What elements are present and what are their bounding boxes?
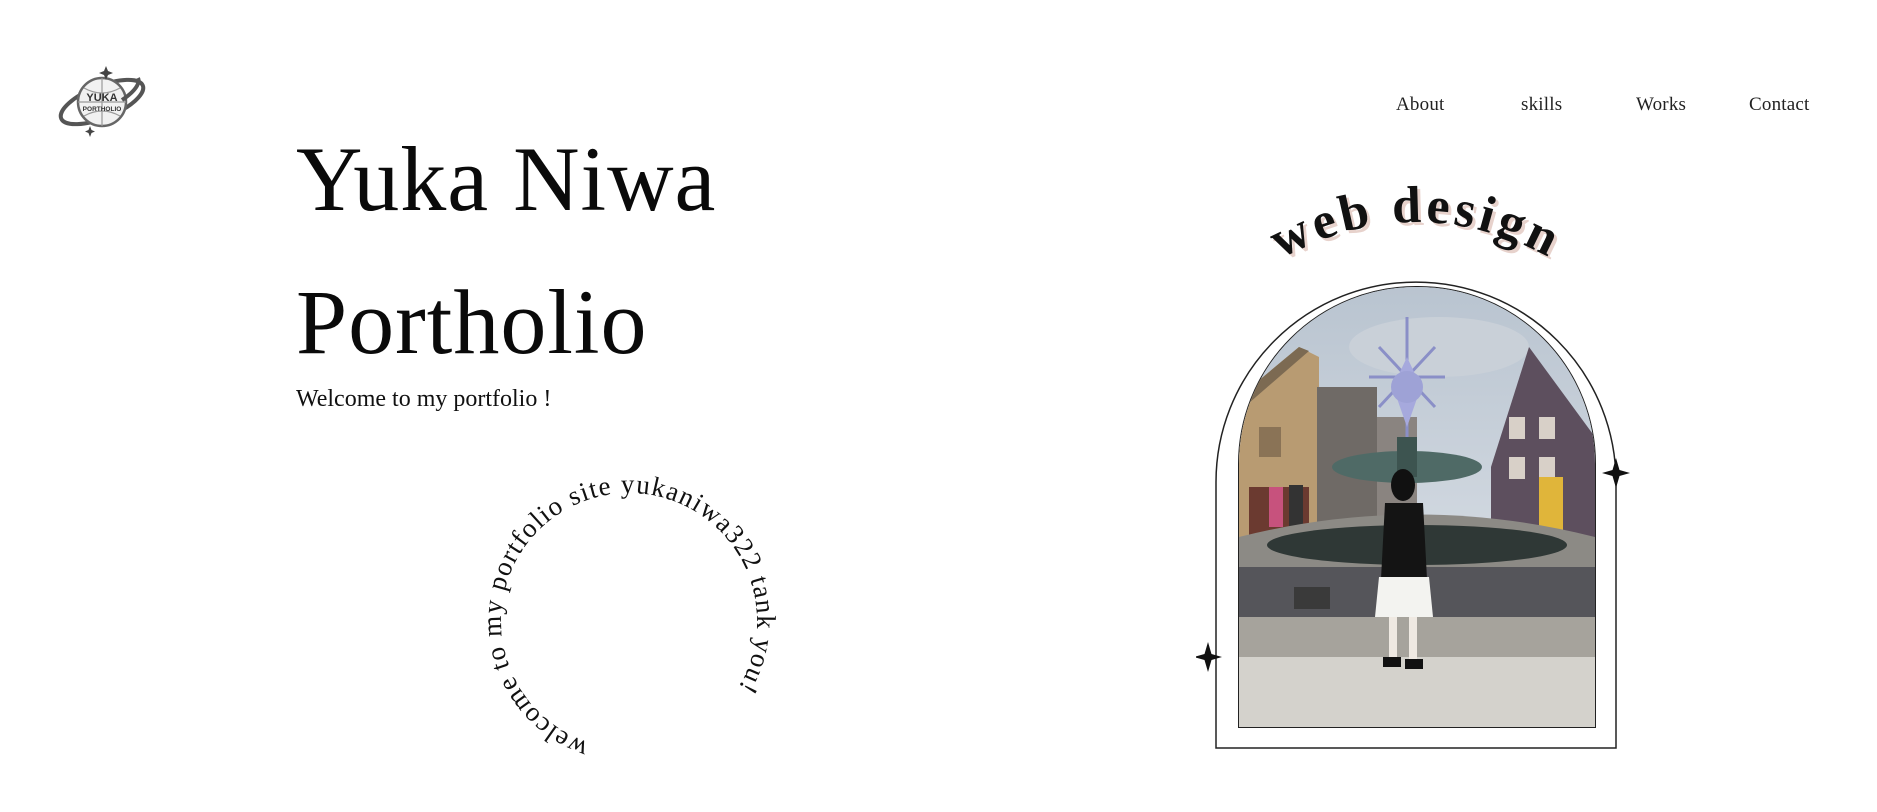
hero-title: Yuka Niwa Portholio [296,108,716,394]
circular-text: welcome to my portfolio site yukaniwa322… [437,429,820,812]
fountain-photo-illustration [1239,287,1595,727]
nav-contact-link[interactable]: Contact [1749,94,1810,116]
hero-title-line1: Yuka Niwa [296,128,717,230]
nav-works-link[interactable]: Works [1636,94,1686,116]
four-point-star-icon [1196,642,1222,672]
web-design-arch: web design web design [1196,182,1636,762]
nav-skills-link[interactable]: skills [1521,94,1562,116]
svg-text:welcome to my portfolio site y: welcome to my portfolio site yukaniwa322… [464,456,794,786]
hero-title-line2: Portholio [296,271,648,373]
circular-text-badge: welcome to my portfolio site yukaniwa322… [437,429,820,812]
hero-subtitle: Welcome to my portfolio ! [296,386,552,412]
four-point-star-icon [1602,458,1630,488]
nav-about-link[interactable]: About [1396,94,1445,116]
web-design-heading: web design [1261,182,1568,269]
svg-text:web design: web design [1261,182,1572,269]
main-nav: About skills Works Contact [0,94,1877,124]
profile-photo [1238,286,1596,728]
